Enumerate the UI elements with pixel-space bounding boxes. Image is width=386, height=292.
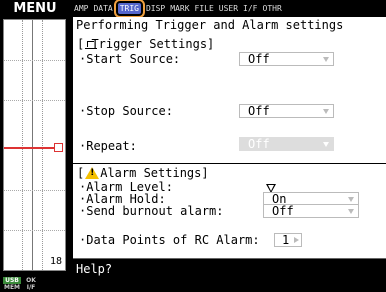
rc-alarm-stepper[interactable]: 1 [274, 233, 302, 247]
tab-disp[interactable]: DISP [146, 4, 165, 13]
burnout-alarm-label: ·Send burnout alarm: [79, 204, 224, 218]
grid-line [42, 20, 43, 270]
settings-panel: Performing Trigger and Alarm settings [ … [73, 17, 386, 271]
alarm-heading: [ Alarm Settings] [77, 166, 209, 180]
tab-data[interactable]: DATA [93, 4, 112, 13]
trigger-section: [ Trigger Settings] ·Start Source: Off ·… [73, 35, 386, 164]
rc-alarm-value: 1 [282, 233, 290, 247]
mem-badge: MEM [3, 284, 21, 291]
warning-icon [85, 167, 100, 179]
repeat-value: Off [248, 137, 270, 151]
tab-amp[interactable]: AMP [74, 4, 88, 13]
trend-graph: 18 [3, 19, 66, 271]
repeat-label: ·Repeat: [79, 139, 137, 153]
help-bar[interactable]: Help? [73, 258, 386, 292]
alarm-heading-bracket: [ [77, 166, 85, 180]
trigger-icon [85, 39, 97, 49]
tab-trig[interactable]: TRIG [113, 0, 146, 18]
chevron-right-icon [294, 237, 299, 243]
burnout-alarm-select[interactable]: Off [263, 204, 359, 218]
grid-line [22, 20, 23, 270]
grid-line [4, 100, 65, 101]
trend-axis-line [32, 20, 33, 270]
grid-line [4, 190, 65, 191]
alarm-heading-text: Alarm Settings] [100, 166, 209, 180]
tab-mark[interactable]: MARK [170, 4, 189, 13]
alarm-section: [Alarm Settings] ·Alarm Level: ·Alarm Ho… [73, 165, 386, 271]
chevron-down-icon [348, 209, 354, 214]
page-title: Performing Trigger and Alarm settings [73, 17, 386, 34]
trend-value: 18 [49, 256, 62, 267]
pc-badge: OK [26, 277, 36, 284]
grid-line [4, 230, 65, 231]
stop-source-select[interactable]: Off [239, 104, 334, 118]
burnout-alarm-value: Off [272, 204, 294, 218]
chevron-down-icon [323, 109, 329, 114]
trigger-heading-text: [ Trigger Settings] [77, 37, 215, 51]
grid-line [4, 60, 65, 61]
chevron-down-icon [323, 142, 329, 147]
stop-source-label: ·Stop Source: [79, 104, 173, 118]
tab-file[interactable]: FILE [195, 4, 214, 13]
start-source-select[interactable]: Off [239, 52, 334, 66]
stop-source-value: Off [248, 104, 270, 118]
start-source-label: ·Start Source: [79, 52, 181, 66]
alarm-marker-icon [54, 143, 63, 152]
tab-user[interactable]: USER [219, 4, 238, 13]
tab-othr[interactable]: OTHR [263, 4, 282, 13]
tab-bar: AMP DATA TRIG DISP MARK FILE USER I/F OT… [70, 0, 386, 18]
alarm-level-line [4, 147, 61, 149]
usb-badge: USB [3, 277, 21, 284]
chevron-down-icon [348, 197, 354, 202]
chevron-down-icon [323, 57, 329, 62]
trigger-heading: [ Trigger Settings] [77, 37, 214, 51]
if-badge: I/F [26, 284, 36, 291]
menu-button[interactable]: MENU [0, 0, 70, 17]
start-source-value: Off [248, 52, 270, 66]
repeat-select[interactable]: Off [239, 137, 334, 151]
rc-alarm-label: ·Data Points of RC Alarm: [79, 233, 260, 247]
left-panel: MENU 18 USB MEM OK I/F [0, 0, 70, 292]
tab-if[interactable]: I/F [243, 4, 257, 13]
